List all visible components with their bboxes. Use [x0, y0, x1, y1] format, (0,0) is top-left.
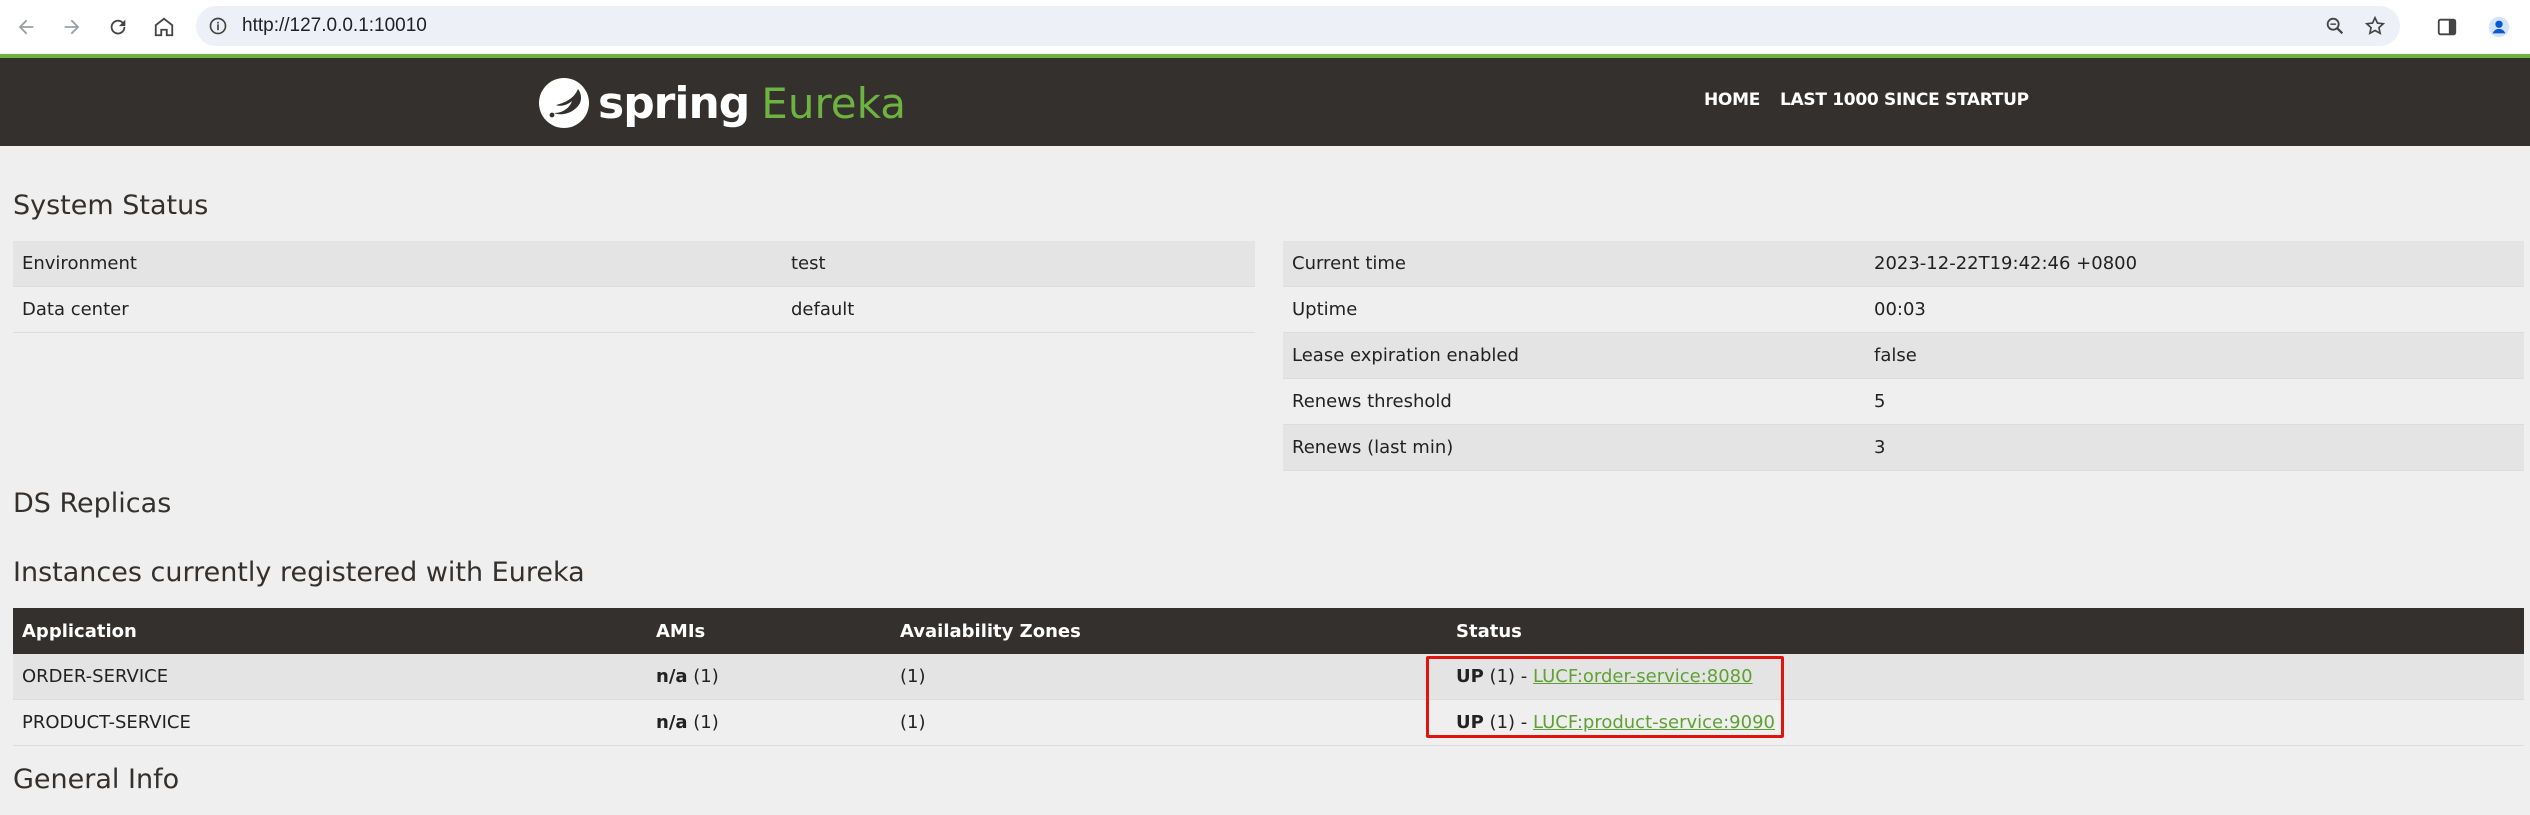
- back-button[interactable]: [6, 7, 46, 47]
- zones-cell: (1): [900, 712, 926, 733]
- status-value: 00:03: [1874, 299, 1926, 320]
- column-header-zones: Availability Zones: [900, 620, 1081, 642]
- table-row: Uptime 00:03: [1283, 287, 2524, 333]
- instances-table-header: Application AMIs Availability Zones Stat…: [13, 608, 2524, 654]
- address-bar[interactable]: http://127.0.0.1:10010: [196, 6, 2400, 46]
- status-value: 2023-12-22T19:42:46 +0800: [1874, 253, 2138, 274]
- column-header-amis: AMIs: [656, 620, 706, 642]
- column-header-status: Status: [1456, 620, 1522, 642]
- zoom-icon[interactable]: [2324, 15, 2346, 37]
- reload-button[interactable]: [98, 7, 138, 47]
- browser-toolbar: http://127.0.0.1:10010: [0, 0, 2530, 54]
- bookmark-star-icon[interactable]: [2364, 15, 2386, 37]
- application-name: ORDER-SERVICE: [22, 666, 169, 687]
- arrow-right-icon: [64, 19, 80, 35]
- brand-logo[interactable]: spring Eureka: [538, 76, 906, 130]
- system-status-right-table: Current time 2023-12-22T19:42:46 +0800 U…: [1283, 241, 2524, 471]
- instances-title: Instances currently registered with Eure…: [13, 557, 585, 588]
- profile-avatar-icon[interactable]: [2488, 16, 2510, 38]
- amis-value: n/a: [656, 666, 688, 687]
- eureka-navbar: spring Eureka HOME LAST 1000 SINCE START…: [0, 58, 2530, 146]
- spring-leaf-icon: [539, 78, 589, 128]
- table-row: Environment test: [13, 241, 1255, 287]
- amis-count: (1): [693, 712, 719, 733]
- brand-spring-text: spring: [598, 77, 750, 129]
- general-info-title: General Info: [13, 764, 180, 795]
- column-header-application: Application: [22, 620, 137, 642]
- brand-eureka-text: Eureka: [761, 78, 906, 128]
- system-status-title: System Status: [13, 190, 209, 221]
- arrow-left-icon: [18, 19, 34, 35]
- status-label: Renews (last min): [1292, 437, 1454, 458]
- status-value: test: [791, 253, 826, 274]
- info-icon[interactable]: [208, 16, 228, 36]
- amis-value: n/a: [656, 712, 688, 733]
- nav-link-home[interactable]: HOME: [1704, 90, 1760, 110]
- url-text[interactable]: http://127.0.0.1:10010: [242, 15, 427, 37]
- amis-cell: n/a (1): [647, 712, 891, 733]
- table-row: Current time 2023-12-22T19:42:46 +0800: [1283, 241, 2524, 287]
- status-label: Environment: [22, 253, 137, 274]
- table-row: Renews threshold 5: [1283, 379, 2524, 425]
- application-name: PRODUCT-SERVICE: [22, 712, 191, 733]
- status-value: 3: [1874, 437, 1886, 458]
- table-row: PRODUCT-SERVICE n/a (1) (1) UP (1) - LUC…: [13, 700, 2524, 746]
- home-button[interactable]: [144, 7, 184, 47]
- system-status-left-table: Environment test Data center default: [13, 241, 1255, 333]
- status-label: Uptime: [1292, 299, 1358, 320]
- status-label: Data center: [22, 299, 129, 320]
- table-row: Lease expiration enabled false: [1283, 333, 2524, 379]
- home-icon: [154, 17, 174, 37]
- ds-replicas-title: DS Replicas: [13, 488, 172, 519]
- table-row: ORDER-SERVICE n/a (1) (1) UP (1) - LUCF:…: [13, 654, 2524, 700]
- status-label: Current time: [1292, 253, 1406, 274]
- status-value: false: [1874, 345, 1917, 366]
- amis-count: (1): [693, 666, 719, 687]
- forward-button[interactable]: [52, 7, 92, 47]
- highlight-annotation-box: [1426, 656, 1784, 738]
- navbar-links: HOME LAST 1000 SINCE STARTUP: [1704, 90, 2029, 110]
- table-row: Data center default: [13, 287, 1255, 333]
- table-row: Renews (last min) 3: [1283, 425, 2524, 471]
- status-value: default: [791, 299, 855, 320]
- zones-cell: (1): [900, 666, 926, 687]
- status-value: 5: [1874, 391, 1886, 412]
- side-panel-icon[interactable]: [2436, 16, 2458, 38]
- amis-cell: n/a (1): [647, 666, 891, 687]
- status-label: Renews threshold: [1292, 391, 1452, 412]
- status-label: Lease expiration enabled: [1292, 345, 1519, 366]
- reload-icon: [110, 19, 126, 35]
- nav-link-last-1000[interactable]: LAST 1000 SINCE STARTUP: [1780, 90, 2029, 110]
